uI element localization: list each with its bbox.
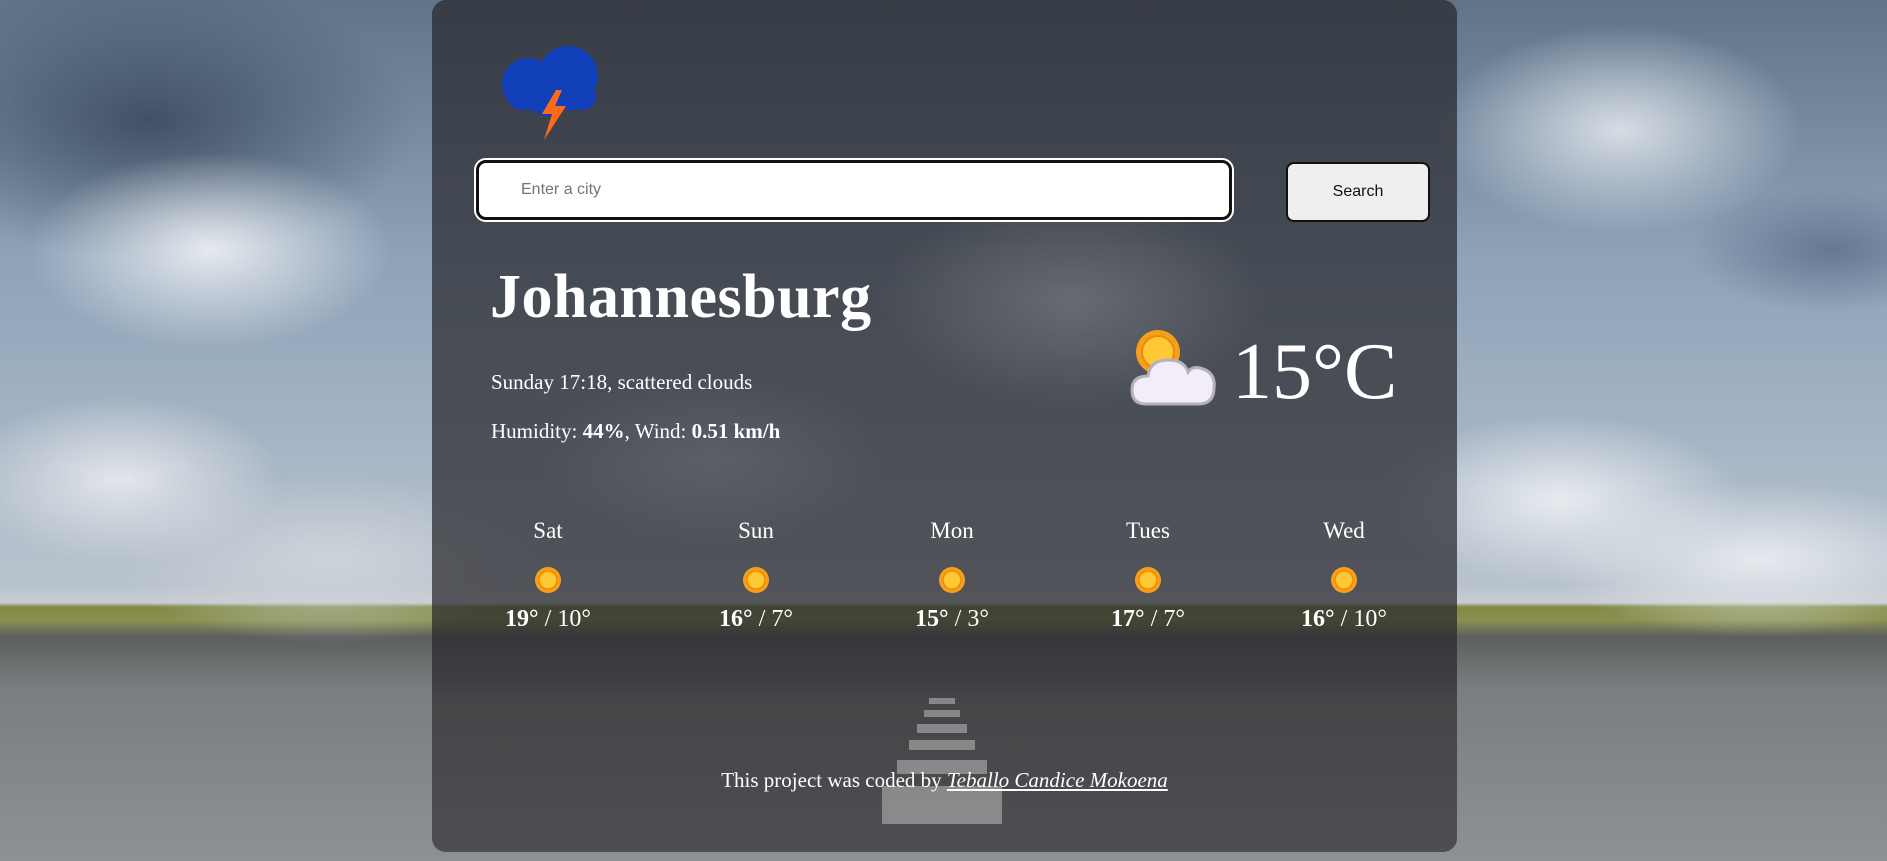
sun-icon — [743, 567, 769, 593]
forecast-day: Sat 19° / 10° — [488, 518, 608, 633]
humidity-value: 44% — [582, 419, 625, 443]
forecast-row: Sat 19° / 10° Sun 16° / 7° Mon 15° / 3° — [488, 518, 1388, 648]
forecast-temperatures: 17° / 7° — [1111, 606, 1185, 632]
forecast-day: Wed 16° / 10° — [1284, 518, 1404, 633]
storm-cloud-lightning-icon — [502, 46, 598, 140]
city-name: Johannesburg — [490, 263, 872, 331]
city-search-input[interactable] — [476, 160, 1232, 220]
forecast-day: Sun 16° / 7° — [696, 518, 816, 633]
date-description-line: Sunday 17:18, scattered clouds — [491, 370, 753, 394]
footer: This project was coded by Teballo Candic… — [432, 768, 1457, 793]
forecast-temperatures: 16° / 10° — [1301, 606, 1387, 632]
current-details: Sunday 17:18, scattered clouds Humidity:… — [491, 358, 780, 456]
search-button[interactable]: Search — [1286, 162, 1430, 222]
forecast-high: 17° — [1111, 606, 1145, 632]
forecast-temperatures: 19° / 10° — [505, 606, 591, 632]
footer-text: This project was coded by — [721, 768, 942, 792]
forecast-day: Mon 15° / 3° — [892, 518, 1012, 633]
wind-value: 0.51 km/h — [691, 419, 781, 443]
forecast-day-name: Sun — [738, 518, 774, 543]
sun-icon — [1135, 567, 1161, 593]
road-markings — [862, 690, 1022, 830]
forecast-day-name: Wed — [1323, 518, 1365, 543]
forecast-low: 7° — [771, 606, 793, 632]
forecast-high: 16° — [719, 606, 753, 632]
forecast-day-name: Tues — [1126, 518, 1170, 543]
weather-app-card: Search Johannesburg Sunday 17:18, scatte… — [432, 0, 1457, 852]
forecast-day-name: Sat — [533, 518, 563, 543]
forecast-temperatures: 16° / 7° — [719, 606, 793, 632]
weather-description: scattered clouds — [617, 370, 753, 394]
forecast-day: Tues 17° / 7° — [1088, 518, 1208, 633]
current-temperature: 15°C — [1232, 328, 1398, 416]
sun-icon — [1331, 567, 1357, 593]
forecast-low: 10° — [557, 606, 591, 632]
current-temperature-block: 15°C — [1128, 322, 1397, 422]
day-time: Sunday 17:18 — [491, 370, 608, 394]
search-form: Search — [476, 160, 1430, 226]
partly-cloudy-icon — [1130, 330, 1216, 406]
forecast-day-name: Mon — [930, 518, 974, 543]
sun-icon — [939, 567, 965, 593]
forecast-high: 15° — [915, 606, 949, 632]
forecast-high: 16° — [1301, 606, 1335, 632]
author-link[interactable]: Teballo Candice Mokoena — [947, 768, 1168, 792]
forecast-low: 3° — [967, 606, 989, 632]
humidity-wind-line: Humidity: 44%, Wind: 0.51 km/h — [491, 419, 781, 443]
forecast-low: 7° — [1163, 606, 1185, 632]
sun-icon — [535, 567, 561, 593]
forecast-temperatures: 15° / 3° — [915, 606, 989, 632]
forecast-high: 19° — [505, 606, 539, 632]
humidity-label: Humidity: — [491, 419, 578, 443]
forecast-low: 10° — [1353, 606, 1387, 632]
wind-label: Wind: — [634, 419, 687, 443]
